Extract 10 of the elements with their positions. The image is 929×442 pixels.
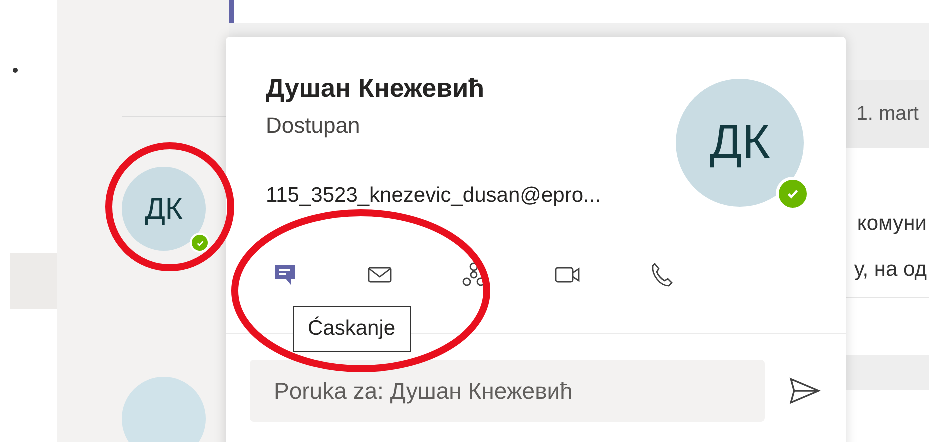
message-field[interactable]: Poruka za: Душан Кнежевић	[250, 360, 765, 422]
message-text: у, на од	[854, 256, 928, 282]
email-address: 115_3523_knezevic_dusan@epro...	[266, 183, 602, 209]
selection-indicator	[229, 0, 234, 23]
message-text: комуни	[857, 211, 928, 237]
contact-name: Душан Кнежевић	[266, 72, 486, 105]
tooltip: Ćaskanje	[293, 306, 411, 352]
date-label: 1. mart	[856, 102, 919, 127]
send-icon	[789, 377, 821, 405]
presence-status: Dostupan	[266, 112, 362, 140]
